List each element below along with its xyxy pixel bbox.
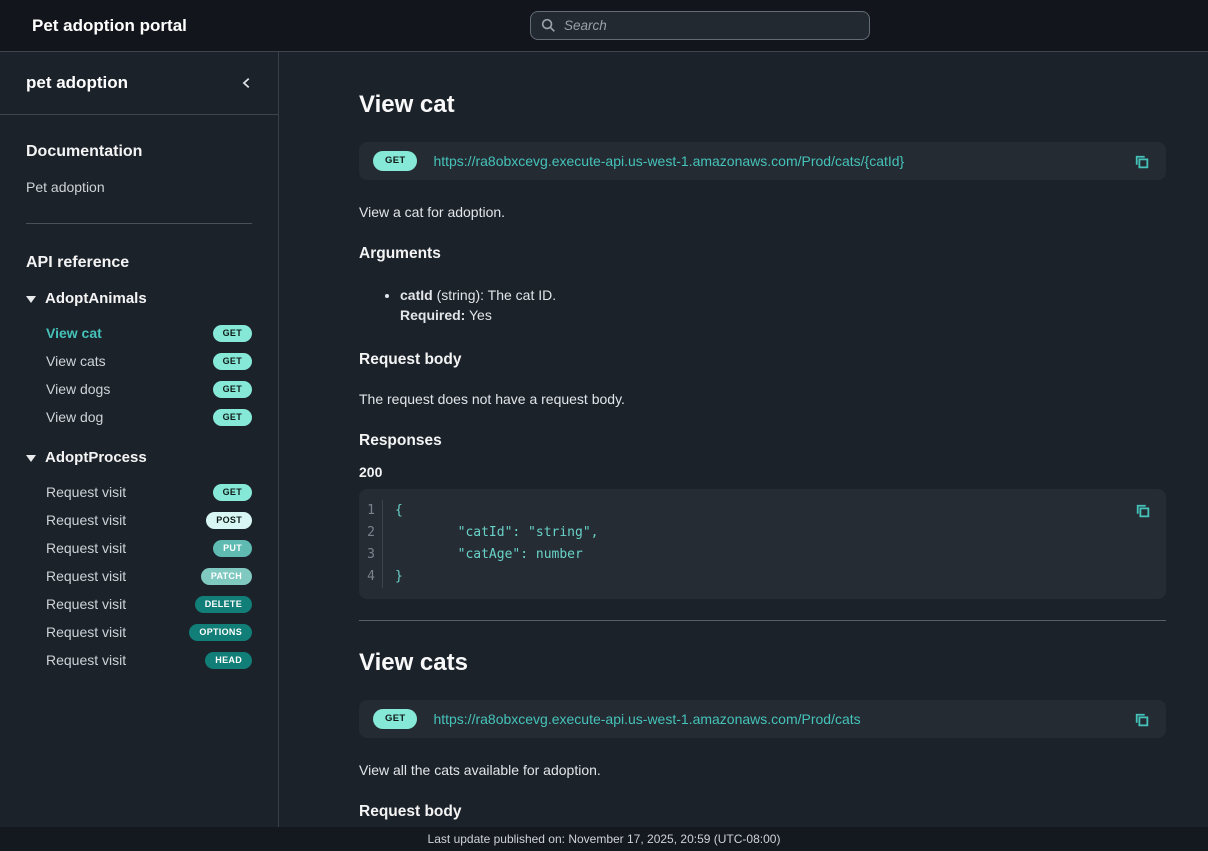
method-badge-get: GET [213, 381, 252, 398]
api-group-adoptanimals: AdoptAnimals View cat GET View cats GET … [26, 290, 252, 431]
method-badge-patch: PATCH [201, 568, 252, 585]
code-line: 1 { [359, 500, 1166, 522]
arguments-heading: Arguments [359, 245, 1166, 263]
caret-down-icon [26, 455, 36, 462]
argument-desc: (string): The cat ID. [433, 287, 556, 303]
api-group-adoptprocess: AdoptProcess Request visit GET Request v… [26, 449, 252, 674]
argument-name: catId [400, 287, 433, 303]
copy-url-button[interactable] [1131, 151, 1152, 172]
sidebar-title: pet adoption [26, 73, 128, 93]
copy-url-button[interactable] [1131, 709, 1152, 730]
operation-title-view-cat: View cat [359, 91, 1166, 119]
arguments-list: catId (string): The cat ID. Required: Ye… [359, 285, 1166, 325]
endpoint-url-view-cat[interactable]: https://ra8obxcevg.execute-api.us-west-1… [433, 153, 904, 169]
request-body-text: The request does not have a request body… [359, 391, 1166, 407]
copy-icon [1134, 502, 1151, 519]
endpoint-url-view-cats[interactable]: https://ra8obxcevg.execute-api.us-west-1… [433, 711, 860, 727]
sidebar-item-request-visit-patch[interactable]: Request visit PATCH [26, 562, 252, 590]
app-header: Pet adoption portal [0, 0, 1208, 52]
sidebar-item-view-dog[interactable]: View dog GET [26, 403, 252, 431]
status-code: 200 [359, 464, 1166, 480]
documentation-heading: Documentation [26, 143, 252, 161]
method-badge-options: OPTIONS [189, 624, 252, 641]
caret-down-icon [26, 296, 36, 303]
group-header-adoptanimals[interactable]: AdoptAnimals [26, 290, 252, 307]
code-line: 4 } [359, 566, 1166, 588]
method-badge-get: GET [213, 353, 252, 370]
method-badge-post: POST [206, 512, 252, 529]
app-title: Pet adoption portal [32, 16, 187, 36]
required-label: Required: [400, 307, 465, 323]
method-badge-get: GET [373, 709, 417, 729]
method-badge-get: GET [213, 409, 252, 426]
code-line: 3 "catAge": number [359, 544, 1166, 566]
sidebar-item-view-cat[interactable]: View cat GET [26, 319, 252, 347]
sidebar-item-pet-adoption[interactable]: Pet adoption [26, 179, 252, 195]
sidebar-item-request-visit-put[interactable]: Request visit PUT [26, 534, 252, 562]
copy-icon [1133, 711, 1150, 728]
code-line: 2 "catId": "string", [359, 522, 1166, 544]
collapse-sidebar-button[interactable] [236, 72, 258, 94]
method-badge-get: GET [373, 151, 417, 171]
chevron-left-icon [240, 76, 254, 90]
operation-description: View a cat for adoption. [359, 204, 1166, 220]
sidebar-item-request-visit-options[interactable]: Request visit OPTIONS [26, 618, 252, 646]
endpoint-bar-view-cat: GET https://ra8obxcevg.execute-api.us-we… [359, 142, 1166, 180]
response-code-block: 1 { 2 "catId": "string", 3 "catAge": num… [359, 489, 1166, 599]
search-icon [541, 18, 556, 33]
operation-title-view-cats: View cats [359, 649, 1166, 677]
api-reference-heading: API reference [26, 254, 252, 272]
sidebar-item-request-visit-head[interactable]: Request visit HEAD [26, 646, 252, 674]
footer-bar: Last update published on: November 17, 2… [0, 827, 1208, 851]
responses-heading: Responses [359, 432, 1166, 450]
argument-item: catId (string): The cat ID. Required: Ye… [400, 285, 1166, 325]
group-header-adoptprocess[interactable]: AdoptProcess [26, 449, 252, 466]
copy-code-button[interactable] [1132, 500, 1153, 521]
required-value: Yes [465, 307, 491, 323]
sidebar-item-request-visit-delete[interactable]: Request visit DELETE [26, 590, 252, 618]
main-content: View cat GET https://ra8obxcevg.execute-… [280, 52, 1208, 851]
request-body-heading: Request body [359, 351, 1166, 369]
request-body-heading: Request body [359, 803, 1166, 821]
sidebar-item-view-cats[interactable]: View cats GET [26, 347, 252, 375]
section-divider [359, 620, 1166, 621]
sidebar-divider [26, 223, 252, 224]
sidebar: pet adoption Documentation Pet adoption … [0, 52, 279, 827]
sidebar-item-request-visit-get[interactable]: Request visit GET [26, 478, 252, 506]
method-badge-head: HEAD [205, 652, 252, 669]
method-badge-put: PUT [213, 540, 252, 557]
method-badge-delete: DELETE [195, 596, 252, 613]
operation-description: View all the cats available for adoption… [359, 762, 1166, 778]
method-badge-get: GET [213, 484, 252, 501]
sidebar-header: pet adoption [0, 52, 278, 115]
copy-icon [1133, 153, 1150, 170]
search-input[interactable] [564, 18, 859, 33]
method-badge-get: GET [213, 325, 252, 342]
sidebar-item-view-dogs[interactable]: View dogs GET [26, 375, 252, 403]
endpoint-bar-view-cats: GET https://ra8obxcevg.execute-api.us-we… [359, 700, 1166, 738]
sidebar-item-request-visit-post[interactable]: Request visit POST [26, 506, 252, 534]
search-box[interactable] [530, 11, 870, 40]
last-update-text: Last update published on: November 17, 2… [428, 832, 781, 846]
